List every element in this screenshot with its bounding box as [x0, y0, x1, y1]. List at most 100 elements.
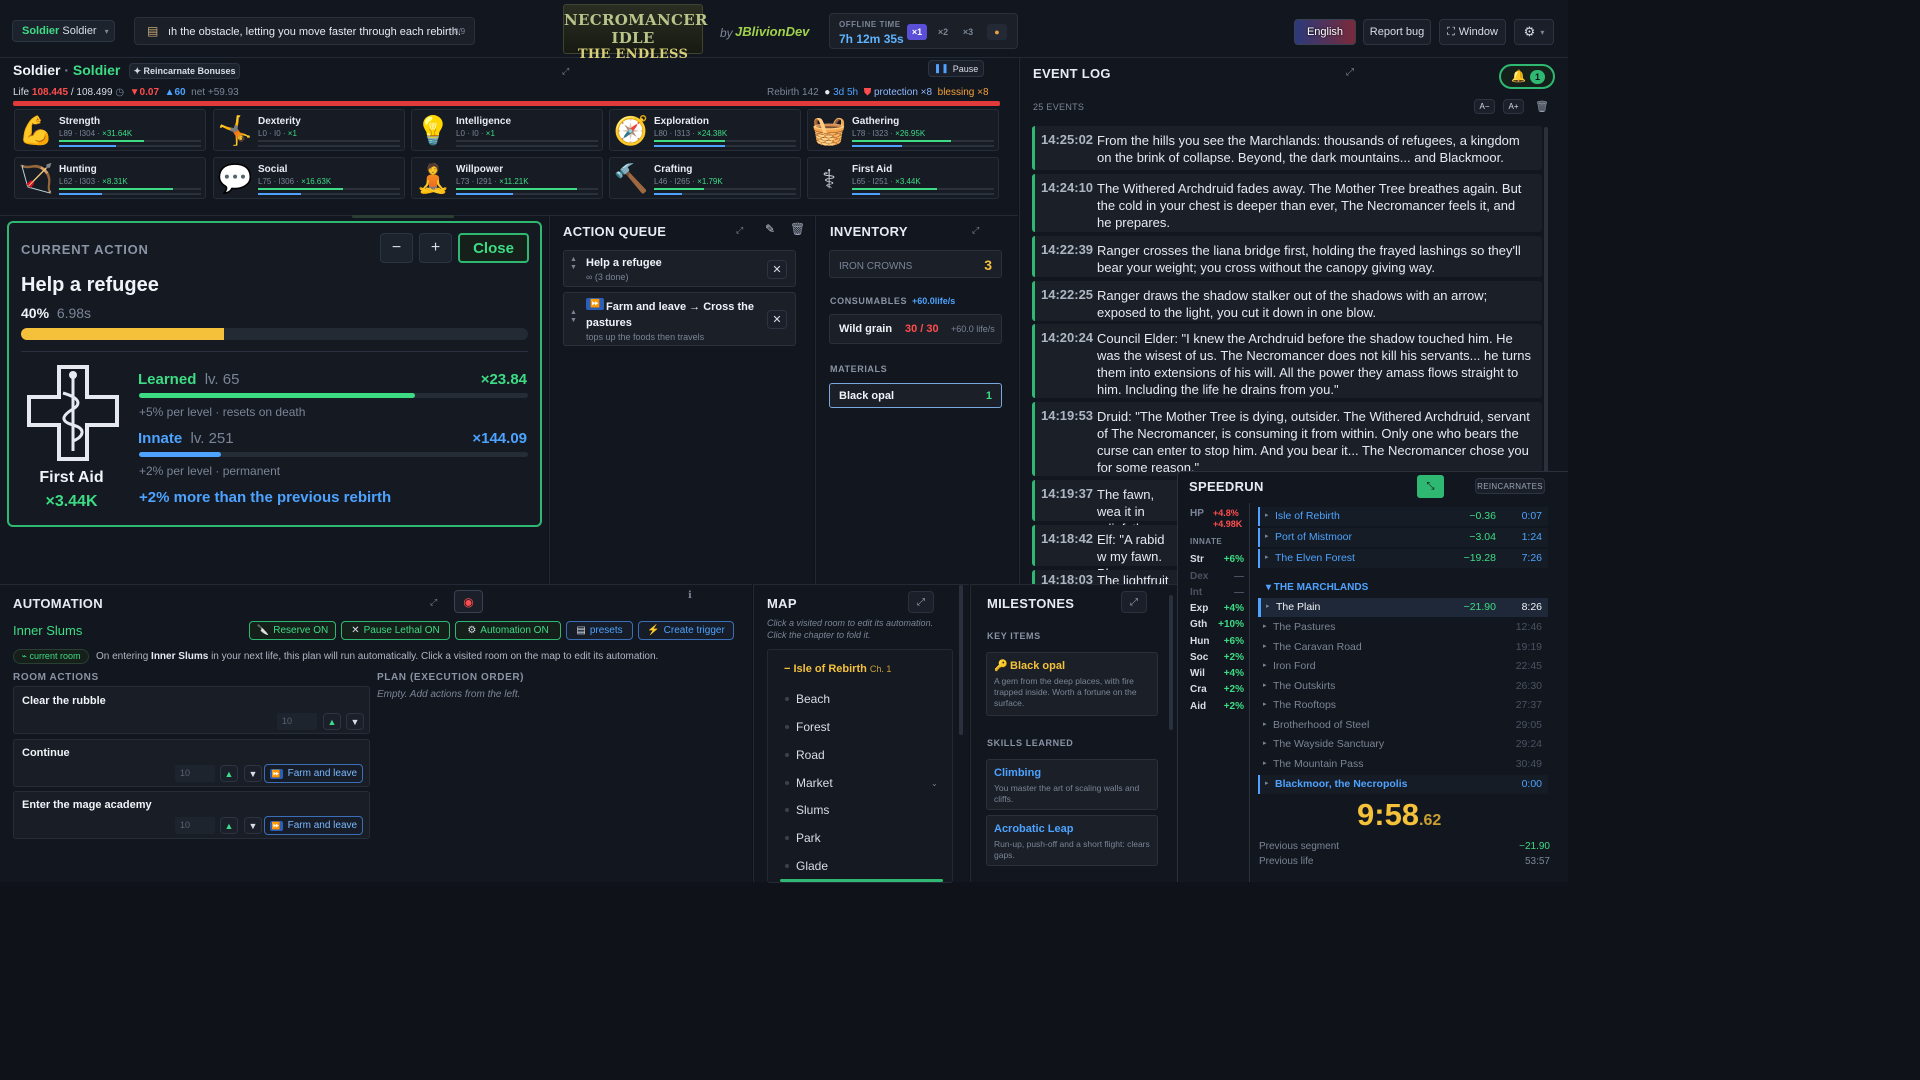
skill-strength[interactable]: 💪 Strength L89 · I304 · ×31.64K: [14, 109, 206, 151]
skill-intelligence[interactable]: 💡 Intelligence L0 · I0 · ×1: [411, 109, 603, 151]
font-decrease-button[interactable]: A−: [1474, 99, 1495, 114]
speed-x3-button[interactable]: ×3: [958, 24, 978, 40]
skill-exploration[interactable]: 🧭 Exploration L80 · I313 · ×24.38K: [609, 109, 801, 151]
info-icon[interactable]: ℹ: [688, 590, 692, 601]
offline-toggle-icon[interactable]: ●: [987, 24, 1007, 40]
map-room-market[interactable]: Market: [785, 776, 833, 790]
font-increase-button[interactable]: A+: [1503, 99, 1524, 114]
scrollbar[interactable]: [1169, 595, 1173, 730]
class-selector[interactable]: Soldier Soldier ▾: [12, 20, 115, 42]
notifications-toggle[interactable]: 🔔 1: [1499, 64, 1555, 89]
skill-crafting[interactable]: 🔨 Crafting L46 · I265 · ×1.79K: [609, 157, 801, 199]
move-down-icon[interactable]: ▼: [346, 713, 364, 730]
automation-toggle[interactable]: ⚙ Automation ON: [455, 621, 561, 640]
collapse-icon[interactable]: ⤡: [1417, 475, 1444, 498]
collapse-icon[interactable]: ⤢: [1346, 67, 1354, 78]
reserve-toggle[interactable]: 🔪 Reserve ON: [249, 621, 336, 640]
skill-hunting[interactable]: 🏹 Hunting L62 · I303 · ×8.31K: [14, 157, 206, 199]
key-item-card[interactable]: 🔑 Black opal A gem from the deep places,…: [986, 652, 1158, 716]
map-chapter[interactable]: − Isle of Rebirth Ch. 1: [784, 663, 891, 675]
material-item[interactable]: Black opal 1: [829, 383, 1002, 408]
speed-x2-button[interactable]: ×2: [933, 24, 953, 40]
quantity-input[interactable]: 10: [277, 713, 317, 730]
eye-icon[interactable]: ◉: [454, 590, 483, 613]
split-segment[interactable]: ▸ The Pastures 12:46: [1258, 618, 1548, 637]
settings-button[interactable]: ⚙ ▾: [1514, 19, 1554, 45]
collapse-icon[interactable]: ⤢: [430, 597, 437, 608]
split-chapter[interactable]: ▸ Blackmoor, the Necropolis 0:00: [1258, 775, 1548, 794]
move-down-icon[interactable]: ▼: [244, 765, 262, 782]
reincarnates-button[interactable]: REINCARNATES: [1475, 478, 1545, 494]
move-up-icon[interactable]: ▲: [323, 713, 341, 730]
quantity-input[interactable]: 10: [175, 765, 215, 782]
collapse-icon[interactable]: ⤢: [908, 591, 934, 613]
trash-icon[interactable]: 🗑: [790, 222, 805, 236]
learned-skill-card[interactable]: Acrobatic Leap Run-up, push-off and a sh…: [986, 815, 1158, 866]
skill-willpower[interactable]: 🧘 Willpower L73 · I291 · ×11.21K: [411, 157, 603, 199]
split-current[interactable]: ▸ The Plain −21.90 8:26: [1258, 598, 1548, 617]
split-segment[interactable]: ▸ Iron Ford 22:45: [1258, 657, 1548, 676]
speed-x1-button[interactable]: ×1: [907, 24, 927, 40]
increase-button[interactable]: +: [419, 233, 452, 263]
expand-icon[interactable]: ⌄: [931, 779, 938, 788]
collapse-icon[interactable]: ⤢: [562, 66, 569, 77]
trash-icon[interactable]: 🗑: [1535, 100, 1549, 113]
queue-item[interactable]: ▲ ▼ Help a refugee ∞ (3 done) ✕: [563, 250, 796, 287]
move-up-icon[interactable]: ▲: [220, 765, 238, 782]
room-action-card[interactable]: Clear the rubble 10 ▲ ▼: [13, 686, 370, 734]
split-chapter[interactable]: ▸ Isle of Rebirth −0.36 0:07: [1258, 507, 1548, 526]
drag-handle-icon[interactable]: ▲ ▼: [570, 309, 577, 325]
reincarnate-bonuses-button[interactable]: ✦ Reincarnate Bonuses: [129, 63, 240, 79]
room-action-card[interactable]: Enter the mage academy 10 ▲ ▼ ⏩ Farm and …: [13, 791, 370, 839]
queue-item[interactable]: ▲ ▼ ⏩ Farm and leave → Cross the pastures…: [563, 292, 796, 346]
move-up-icon[interactable]: ▲: [220, 817, 238, 834]
collapse-icon[interactable]: ⤢: [736, 225, 743, 236]
drag-handle-icon[interactable]: ▲ ▼: [570, 256, 577, 272]
move-down-icon[interactable]: ▼: [244, 817, 262, 834]
scrollbar[interactable]: [959, 585, 963, 735]
remove-icon[interactable]: ✕: [767, 310, 787, 329]
map-room-forest[interactable]: Forest: [784, 720, 830, 734]
language-select[interactable]: English: [1294, 19, 1356, 45]
room-action-card[interactable]: Continue 10 ▲ ▼ ⏩ Farm and leave: [13, 739, 370, 787]
map-room-glade[interactable]: Glade: [784, 859, 828, 873]
quantity-input[interactable]: 10: [175, 817, 215, 834]
decrease-button[interactable]: −: [380, 233, 413, 263]
skill-gathering[interactable]: 🧺 Gathering L78 · I323 · ×26.95K: [807, 109, 999, 151]
skill-social[interactable]: 💬 Social L75 · I306 · ×16.63K: [213, 157, 405, 199]
remove-icon[interactable]: ✕: [767, 260, 787, 279]
map-room-park[interactable]: Park: [785, 831, 821, 845]
split-segment[interactable]: ▸ The Mountain Pass 30:49: [1258, 755, 1548, 774]
action-queue-panel: ACTION QUEUE ⤢ ✎ 🗑 ▲ ▼ Help a refugee ∞ (…: [549, 216, 814, 584]
create-trigger-button[interactable]: ⚡ Create trigger: [638, 621, 734, 640]
presets-button[interactable]: ▤ presets: [566, 621, 633, 640]
chapter-number: Ch. 1: [869, 664, 892, 674]
farm-and-leave-button[interactable]: ⏩ Farm and leave: [264, 764, 363, 783]
learned-skill-card[interactable]: Climbing You master the art of scaling w…: [986, 759, 1158, 810]
split-segment[interactable]: ▸ The Caravan Road 19:19: [1258, 638, 1548, 657]
split-segment[interactable]: ▸ The Rooftops 27:37: [1258, 696, 1548, 715]
map-room-road[interactable]: Road: [785, 748, 825, 762]
edit-icon[interactable]: ✎: [765, 222, 775, 236]
split-chapter[interactable]: ▸ The Elven Forest −19.28 7:26: [1258, 549, 1548, 568]
split-segment[interactable]: ▸ The Wayside Sanctuary 29:24: [1258, 735, 1548, 754]
collapse-icon[interactable]: ⤢: [1121, 591, 1147, 613]
pause-button[interactable]: ❚❚ Pause: [928, 60, 984, 77]
split-chapter[interactable]: ▸ Port of Mistmoor −3.04 1:24: [1258, 528, 1548, 547]
close-button[interactable]: Close: [458, 233, 529, 263]
split-segment[interactable]: ▸ Brotherhood of Steel 29:05: [1258, 716, 1548, 735]
consumable-item[interactable]: Wild grain 30 / 30 +60.0 life/s: [829, 314, 1002, 344]
pause-lethal-toggle[interactable]: ✕ Pause Lethal ON: [341, 621, 450, 640]
report-bug-button[interactable]: Report bug: [1363, 19, 1431, 45]
map-room-slums[interactable]: Slums: [784, 803, 829, 817]
collapse-icon[interactable]: ⤢: [972, 225, 979, 236]
farm-and-leave-button[interactable]: ⏩ Farm and leave: [264, 816, 363, 835]
skill-first-aid[interactable]: ⚕ First Aid L65 · I251 · ×3.44K: [807, 157, 999, 199]
log-time: 14:19:37: [1041, 486, 1094, 501]
window-button[interactable]: ⛶ Window: [1439, 19, 1506, 45]
split-segment[interactable]: ▸ The Outskirts 26:30: [1258, 677, 1548, 696]
map-room-beach[interactable]: Beach: [784, 692, 830, 706]
chapter-header[interactable]: ▾ THE MARCHLANDS: [1266, 582, 1368, 593]
skill-dexterity[interactable]: 🤸 Dexterity L0 · I0 · ×1: [213, 109, 405, 151]
event-count: 25 EVENTS: [1033, 102, 1085, 112]
